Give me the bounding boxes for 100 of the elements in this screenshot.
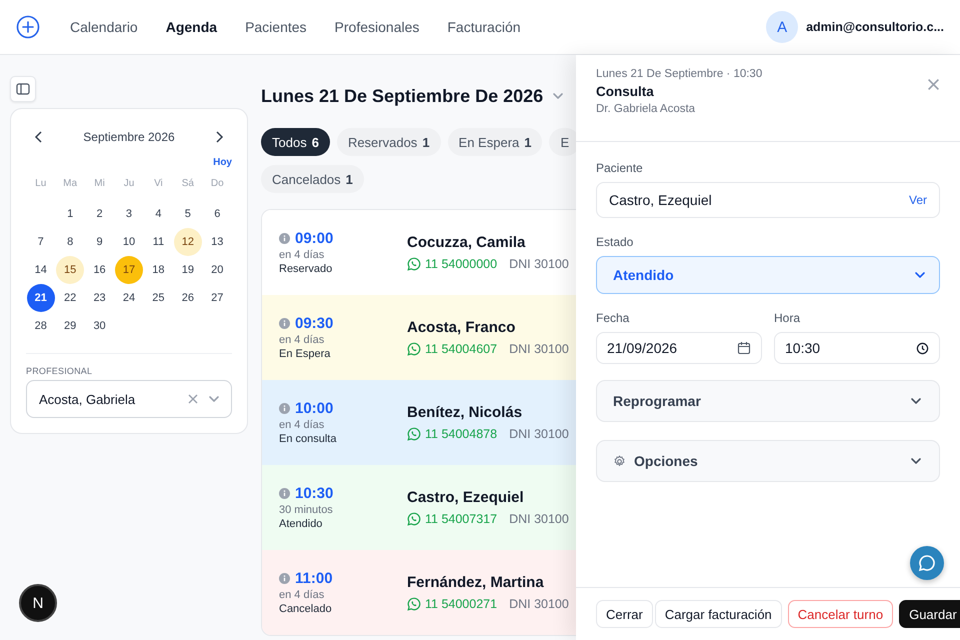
calendar-day[interactable]: 23 [86, 284, 114, 312]
calendar-month: Septiembre 2026 [83, 130, 175, 144]
action-button[interactable]: Cargar facturación [654, 600, 782, 628]
settings-icon [613, 454, 626, 468]
add-icon[interactable] [16, 15, 40, 39]
filter-chip[interactable]: E [549, 128, 576, 156]
calendar-day[interactable]: 19 [174, 256, 202, 284]
filter-chip[interactable]: Cancelados 1 [261, 165, 364, 193]
calendar-day[interactable]: 25 [144, 284, 172, 312]
appointment-datetime: Lunes 21 De Septiembre · 10:30 [596, 68, 762, 80]
nav-link[interactable]: Profesionales [320, 15, 434, 39]
view-link[interactable]: Ver [908, 193, 927, 207]
previous-icon[interactable] [34, 131, 44, 143]
calendar-day[interactable]: 7 [26, 228, 55, 256]
today-link[interactable]: Hoy [213, 157, 232, 168]
professional-select[interactable]: Acosta, Gabriela [26, 380, 232, 418]
calendar-day[interactable]: 9 [86, 228, 114, 256]
appointment-row[interactable]: 09:30 en 4 días En Espera Acosta, Franco 11 54004607 DNI 30100 [262, 295, 576, 380]
calendar-day[interactable]: 5 [174, 200, 202, 228]
weekday-label: Sá [180, 178, 195, 188]
appointment-time: 10:30 [295, 485, 334, 502]
action-button[interactable]: Guardar [899, 600, 960, 628]
agenda-date-title: Lunes 21 De Septiembre De 2026 [261, 86, 544, 106]
info-icon [279, 488, 290, 499]
appointment-row[interactable]: 11:00 en 4 días Cancelado Fernández, Martina 11 54000271 DNI 30100 [262, 550, 576, 635]
calendar-day[interactable]: 28 [26, 312, 55, 340]
date-field[interactable]: 21/09/2026 [596, 332, 762, 364]
weekday-label: Ma [62, 178, 78, 188]
collapsible-section[interactable]: Opciones [596, 440, 940, 482]
collapsible-section[interactable]: Reprogramar [596, 380, 940, 422]
info-icon [279, 573, 290, 584]
dev-badge[interactable]: N [19, 584, 57, 622]
calendar-day[interactable]: 2 [86, 200, 114, 228]
calendar-day[interactable]: 21 [26, 284, 55, 312]
weekday-label: Do [210, 178, 225, 188]
calendar-day[interactable]: 18 [144, 256, 172, 284]
patient-phone: 11 54000271 [425, 597, 498, 611]
sidebar-icon [16, 82, 30, 96]
calendar-day[interactable]: 30 [86, 312, 114, 340]
action-button[interactable]: Cerrar [596, 600, 653, 628]
calendar-day[interactable]: 24 [114, 284, 143, 312]
filter-chip[interactable]: En Espera 1 [448, 128, 542, 156]
whatsapp-icon [407, 512, 421, 526]
status-select[interactable]: Atendido [596, 256, 940, 294]
appointment-status: Cancelado [279, 603, 333, 615]
calendar-icon[interactable] [737, 341, 751, 355]
nav-link[interactable]: Agenda [152, 15, 232, 39]
calendar-day[interactable]: 11 [144, 228, 172, 256]
calendar-day[interactable]: 14 [26, 256, 55, 284]
action-button[interactable]: Cancelar turno [788, 600, 894, 628]
patient-phone: 11 54004607 [425, 342, 498, 356]
user-email[interactable]: admin@consultorio.c... [806, 20, 944, 34]
patient-dni: DNI 30100 [509, 427, 569, 441]
nav-link[interactable]: Facturación [433, 15, 535, 39]
field-label: Estado [596, 235, 634, 249]
calendar-day[interactable]: 27 [203, 284, 232, 312]
patient-phone: 11 54004878 [425, 427, 498, 441]
calendar-day[interactable]: 16 [86, 256, 114, 284]
patient-phone: 11 54000000 [425, 257, 498, 271]
chat-icon [918, 554, 936, 572]
patient-dni: DNI 30100 [509, 512, 569, 526]
nav-link[interactable]: Calendario [56, 15, 152, 39]
appointment-time: 11:00 [295, 570, 333, 587]
calendar-day[interactable]: 12 [174, 228, 202, 256]
info-icon [279, 403, 290, 414]
info-icon [279, 233, 290, 244]
calendar-day[interactable]: 26 [174, 284, 202, 312]
calendar-day[interactable]: 6 [203, 200, 232, 228]
calendar-day[interactable]: 1 [56, 200, 84, 228]
calendar-day[interactable]: 29 [56, 312, 84, 340]
clock-icon[interactable] [916, 342, 929, 354]
appointment-relative-time: en 4 días [279, 419, 326, 431]
calendar-day[interactable]: 22 [56, 284, 84, 312]
whatsapp-icon [407, 427, 421, 441]
calendar-day[interactable]: 10 [114, 228, 143, 256]
whatsapp-icon [407, 597, 421, 611]
avatar[interactable]: A [766, 11, 798, 43]
calendar-day[interactable]: 8 [56, 228, 84, 256]
filter-chip[interactable]: Todos 6 [261, 128, 330, 156]
appointment-time: 09:30 [295, 315, 334, 332]
appointment-row[interactable]: 10:30 30 minutos Atendido Castro, Ezequiel 11 54007317 DNI 30100 [262, 465, 576, 550]
time-field[interactable]: 10:30 [774, 332, 940, 364]
appointment-status: Reservado [279, 263, 334, 275]
professional-label: PROFESIONAL [26, 366, 94, 376]
calendar-day[interactable]: 20 [203, 256, 232, 284]
patient-dni: DNI 30100 [509, 257, 569, 271]
nav-link[interactable]: Pacientes [231, 15, 321, 39]
calendar-day[interactable]: 15 [56, 256, 84, 284]
appointment-row[interactable]: 10:00 en 4 días En consulta Benítez, Nicolás 11 54004878 DNI 30100 [262, 380, 576, 465]
calendar-day[interactable]: 17 [114, 256, 143, 284]
calendar-day[interactable]: 4 [144, 200, 172, 228]
next-icon[interactable] [214, 131, 224, 143]
calendar-day[interactable]: 3 [114, 200, 143, 228]
sidebar-toggle-button[interactable] [10, 76, 36, 102]
appointment-relative-time: en 4 días [279, 589, 326, 601]
filter-chip[interactable]: Reservados 1 [336, 128, 441, 156]
whatsapp-icon [407, 342, 421, 356]
patient-field[interactable]: Castro, Ezequiel Ver [596, 182, 940, 218]
doctor-name: Dr. Gabriela Acosta [596, 103, 696, 115]
calendar-day[interactable]: 13 [203, 228, 232, 256]
